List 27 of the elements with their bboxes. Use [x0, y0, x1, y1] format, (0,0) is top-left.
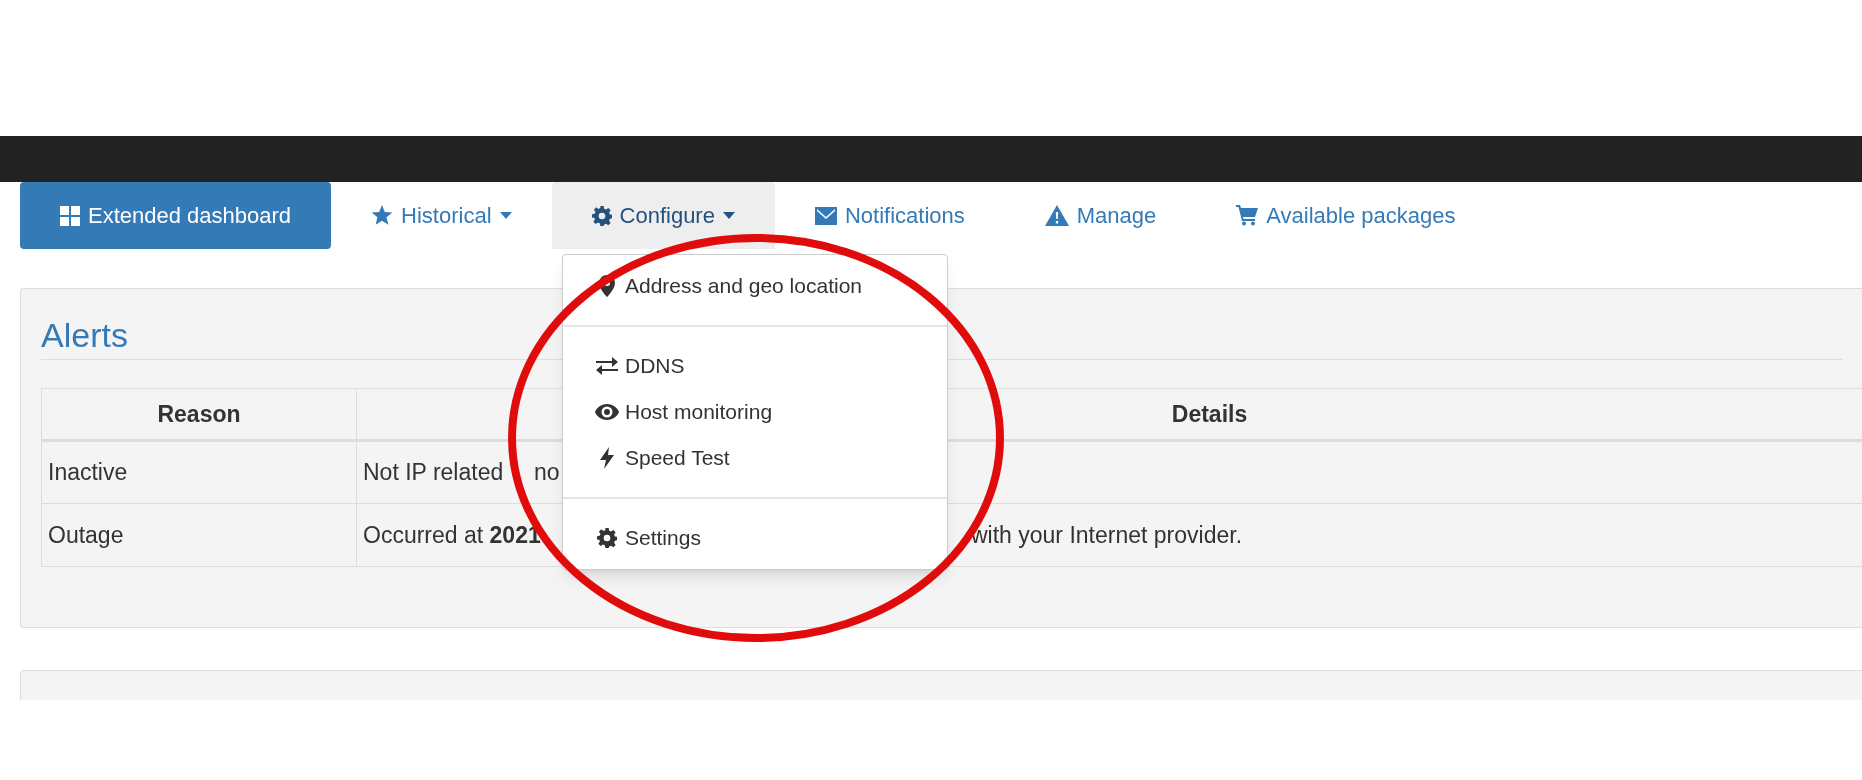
gear-icon: [597, 528, 617, 548]
table-cell: Outage: [41, 503, 357, 567]
star-icon: [371, 205, 394, 226]
table-cell-text: Occurred at 2021: [363, 521, 541, 548]
gear-icon: [591, 205, 612, 226]
warning-icon: [1044, 205, 1069, 226]
menu-item[interactable]: Settings: [563, 515, 947, 561]
nav-dropdown[interactable]: Configure: [551, 182, 775, 249]
column-header: Reason: [41, 388, 357, 441]
eye-icon: [595, 404, 619, 420]
envelope-icon: [814, 206, 837, 225]
nav-dropdown[interactable]: Historical: [331, 182, 552, 249]
swap-arrows-icon: [596, 357, 618, 375]
cart-icon: [1236, 205, 1259, 226]
nav-tab[interactable]: Manage: [1004, 182, 1197, 249]
table-cell-text: with your Internet provider.: [971, 520, 1243, 550]
lightning-icon: [600, 447, 614, 469]
nav-tab[interactable]: Extended dashboard: [20, 182, 332, 249]
table-cell-text: Not IP related: [363, 459, 504, 486]
map-pin-icon: [599, 275, 615, 297]
table-cell: Inactive: [41, 440, 357, 504]
menu-item[interactable]: Address and geo location: [563, 263, 947, 309]
table-cell-text: no: [534, 458, 560, 488]
nav-tab[interactable]: Notifications: [774, 182, 1005, 249]
nav-tab[interactable]: Available packages: [1196, 182, 1496, 249]
menu-item[interactable]: Host monitoring: [563, 389, 947, 435]
grid-icon: [60, 205, 80, 226]
